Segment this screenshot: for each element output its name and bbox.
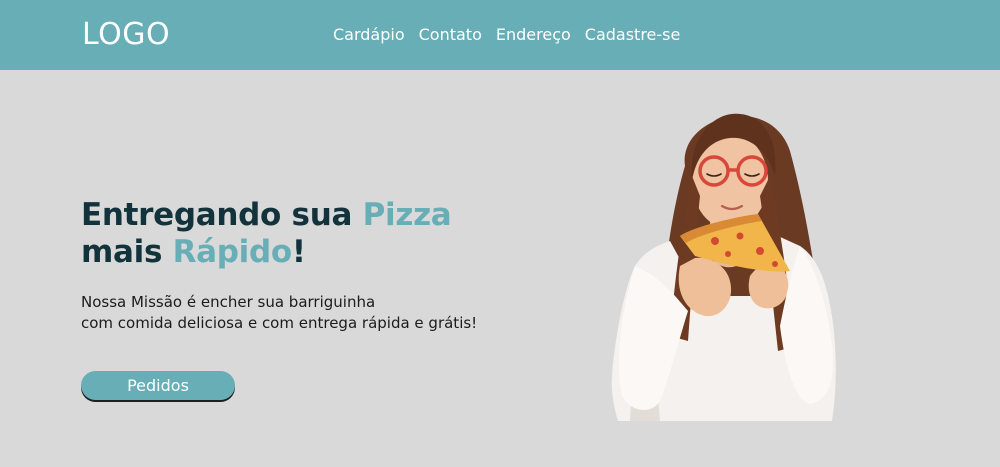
main-nav: Cardápio Contato Endereço Cadastre-se xyxy=(333,25,680,45)
nav-link-endereco[interactable]: Endereço xyxy=(496,25,571,45)
hero-title: Entregando sua Pizza mais Rápido! xyxy=(81,197,452,271)
hero-title-accent-rapido: Rápido xyxy=(172,234,293,270)
hero-title-accent-pizza: Pizza xyxy=(362,197,452,233)
nav-link-contato[interactable]: Contato xyxy=(419,25,482,45)
nav-link-cadastre-se[interactable]: Cadastre-se xyxy=(585,25,681,45)
hero-title-part1: Entregando sua xyxy=(81,197,363,233)
woman-eating-pizza-image xyxy=(611,113,836,421)
top-header: LOGO Cardápio Contato Endereço Cadastre-… xyxy=(0,0,1000,70)
hero-title-exclamation: ! xyxy=(291,234,306,270)
hero-title-part2: mais xyxy=(81,234,173,270)
hero-subtitle-line2: com comida deliciosa e com entrega rápid… xyxy=(81,314,478,332)
logo[interactable]: LOGO xyxy=(82,17,170,53)
hero-subtitle: Nossa Missão é encher sua barriguinha co… xyxy=(81,292,477,334)
hero-subtitle-line1: Nossa Missão é encher sua barriguinha xyxy=(81,293,376,311)
nav-link-cardapio[interactable]: Cardápio xyxy=(333,25,405,45)
orders-button[interactable]: Pedidos xyxy=(81,371,235,400)
